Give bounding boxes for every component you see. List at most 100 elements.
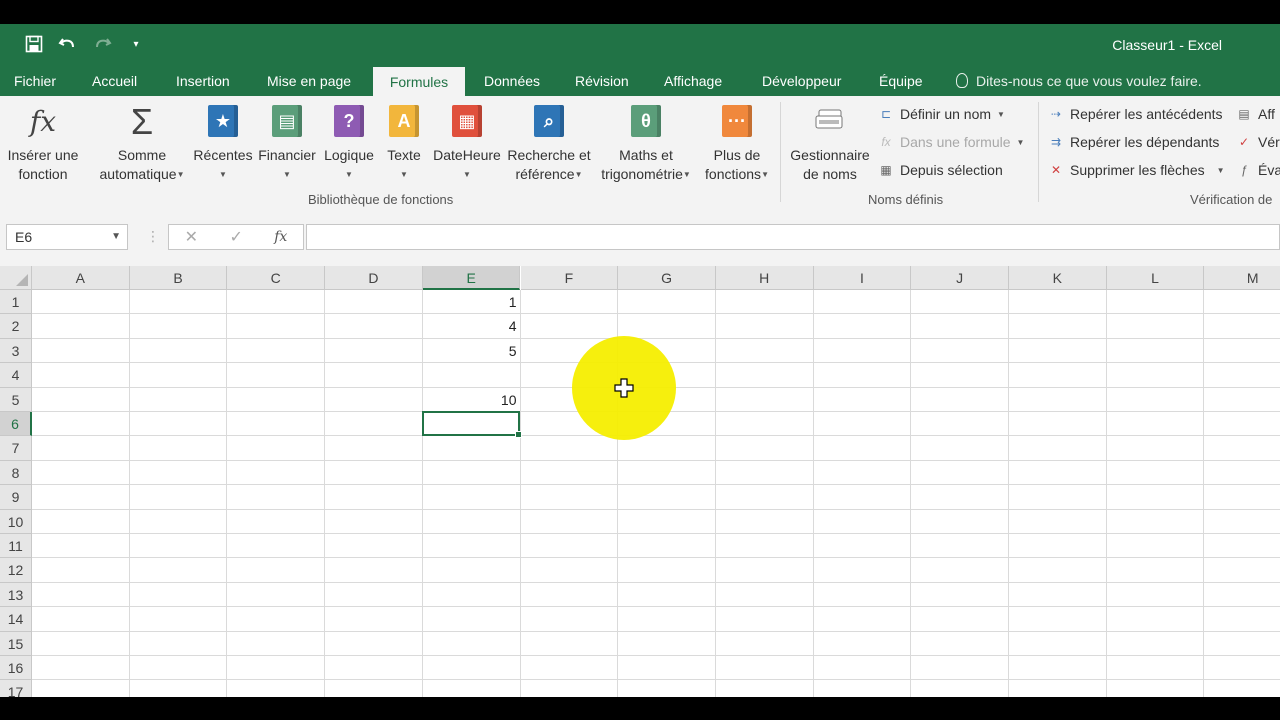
column-header-a[interactable]: A	[32, 266, 130, 290]
row-header-10[interactable]: 10	[0, 509, 32, 534]
column-header-m[interactable]: M	[1204, 266, 1280, 290]
row-header-12[interactable]: 12	[0, 558, 32, 583]
gridline	[32, 484, 1280, 486]
gridline	[32, 313, 1280, 315]
logical-functions-button[interactable]: ? Logique ▼	[320, 104, 378, 184]
formula-input[interactable]	[306, 224, 1280, 250]
financial-functions-button[interactable]: ▤ Financier ▼	[256, 104, 318, 184]
create-from-selection-button[interactable]: ▦ Depuis sélection	[878, 162, 1002, 178]
gridline	[1105, 290, 1107, 697]
cell-e5[interactable]: 10	[423, 388, 521, 412]
text-functions-button[interactable]: A Texte ▼	[382, 104, 426, 184]
gridline	[32, 459, 1280, 461]
evaluate-formula-button[interactable]: ƒ Éva	[1236, 162, 1280, 178]
recent-functions-button[interactable]: ★ Récentes ▼	[192, 104, 254, 184]
cancel-icon[interactable]: ✕	[185, 227, 198, 247]
error-check-icon: ✓	[1238, 135, 1250, 149]
spreadsheet-grid[interactable]: A B C D E F G H I J K L M 1 2 3 4 5 6 7 8 9 10 11 12 13 14 15 16 17 1 4…	[0, 266, 1280, 697]
trace-precedents-button[interactable]: ⇢ Repérer les antécédents	[1048, 106, 1223, 122]
title-bar: ▾ Classeur1 - Excel	[0, 24, 1280, 66]
name-manager-button[interactable]: Gestionnaire de noms	[786, 104, 874, 184]
tab-donnees[interactable]: Données	[484, 66, 540, 96]
selected-cell-e6[interactable]	[421, 411, 523, 439]
save-icon[interactable]	[22, 32, 46, 56]
text-book-icon: A	[389, 105, 419, 137]
row-header-17[interactable]: 17	[0, 680, 32, 697]
column-header-g[interactable]: G	[618, 266, 716, 290]
gridline	[32, 337, 1280, 339]
tab-fichier[interactable]: Fichier	[14, 66, 56, 96]
gridline	[812, 290, 814, 697]
error-checking-button[interactable]: ✓ Vér	[1236, 134, 1280, 150]
column-header-k[interactable]: K	[1009, 266, 1107, 290]
tab-accueil[interactable]: Accueil	[92, 66, 137, 96]
row-header-1[interactable]: 1	[0, 290, 32, 315]
column-header-b[interactable]: B	[129, 266, 228, 290]
define-name-button[interactable]: ⊏ Définir un nom ▼	[878, 106, 1005, 122]
group-label-audit: Vérification de	[1190, 192, 1273, 207]
column-header-i[interactable]: I	[813, 266, 912, 290]
tab-revision[interactable]: Révision	[575, 66, 629, 96]
cell-e1[interactable]: 1	[423, 290, 521, 314]
tab-mise-en-page[interactable]: Mise en page	[267, 66, 351, 96]
column-header-c[interactable]: C	[227, 266, 326, 290]
datetime-functions-button[interactable]: ▦ DateHeure ▼	[430, 104, 504, 184]
lightbulb-icon	[956, 73, 968, 88]
formula-buttons: ✕ ✓ fx	[168, 224, 304, 250]
trace-dependents-button[interactable]: ⇉ Repérer les dépendants	[1048, 134, 1219, 150]
gridline	[32, 606, 1280, 608]
insert-function-button[interactable]: fx Insérer une fonction	[4, 104, 82, 184]
cross-cursor-icon	[614, 378, 634, 398]
table-icon: ▦	[880, 163, 892, 177]
tell-me-search[interactable]: Dites-nous ce que vous voulez faire.	[956, 66, 1202, 96]
insert-function-icon[interactable]: fx	[274, 229, 287, 245]
cell-e3[interactable]: 5	[423, 339, 521, 363]
row-header-5[interactable]: 5	[0, 387, 32, 412]
column-header-l[interactable]: L	[1106, 266, 1205, 290]
theta-book-icon: θ	[631, 105, 661, 137]
row-header-2[interactable]: 2	[0, 314, 32, 339]
cell-e2[interactable]: 4	[423, 314, 521, 338]
row-header-4[interactable]: 4	[0, 363, 32, 388]
row-header-6[interactable]: 6	[0, 412, 32, 437]
tab-affichage[interactable]: Affichage	[664, 66, 722, 96]
row-header-8[interactable]: 8	[0, 460, 32, 486]
row-header-9[interactable]: 9	[0, 485, 32, 510]
row-header-3[interactable]: 3	[0, 338, 32, 364]
tab-equipe[interactable]: Équipe	[879, 66, 923, 96]
tab-formules[interactable]: Formules	[373, 67, 465, 96]
row-header-13[interactable]: 13	[0, 582, 32, 608]
lookup-functions-button[interactable]: ⌕ Recherche et référence▼	[506, 104, 592, 184]
name-box[interactable]: E6 ▼	[6, 224, 128, 250]
group-separator	[1038, 102, 1039, 202]
enter-check-icon[interactable]: ✓	[229, 227, 242, 247]
autosum-button[interactable]: Σ Somme automatique▼	[94, 103, 190, 184]
row-header-14[interactable]: 14	[0, 607, 32, 632]
fx-icon: fx	[29, 104, 57, 138]
row-header-11[interactable]: 11	[0, 534, 32, 559]
ribbon-tabs: Fichier Accueil Insertion Mise en page F…	[0, 66, 1280, 96]
column-header-e[interactable]: E	[422, 266, 521, 290]
row-header-7[interactable]: 7	[0, 436, 32, 461]
tab-developpeur[interactable]: Développeur	[762, 66, 841, 96]
gridline	[32, 630, 1280, 632]
column-header-d[interactable]: D	[325, 266, 423, 290]
redo-icon[interactable]	[90, 32, 114, 56]
gridline	[226, 290, 228, 697]
column-header-j[interactable]: J	[911, 266, 1009, 290]
customize-qat-icon[interactable]: ▾	[124, 32, 148, 56]
undo-icon[interactable]	[56, 32, 80, 56]
row-header-15[interactable]: 15	[0, 631, 32, 656]
column-header-h[interactable]: H	[715, 266, 814, 290]
select-all-button[interactable]	[0, 266, 32, 290]
show-formulas-button[interactable]: ▤ Aff	[1236, 106, 1275, 122]
more-functions-button[interactable]: ··· Plus de fonctions▼	[700, 104, 774, 184]
remove-arrows-button[interactable]: ✕ Supprimer les flèches ▼	[1048, 162, 1225, 178]
math-functions-button[interactable]: θ Maths et trigonométrie▼	[594, 104, 698, 184]
row-header-16[interactable]: 16	[0, 656, 32, 681]
use-in-formula-button[interactable]: fx Dans une formule ▼	[878, 134, 1024, 150]
resize-handle-icon[interactable]: ⋮	[146, 228, 160, 245]
column-header-f[interactable]: F	[520, 266, 619, 290]
chevron-down-icon: ▼	[111, 231, 121, 242]
tab-insertion[interactable]: Insertion	[176, 66, 230, 96]
